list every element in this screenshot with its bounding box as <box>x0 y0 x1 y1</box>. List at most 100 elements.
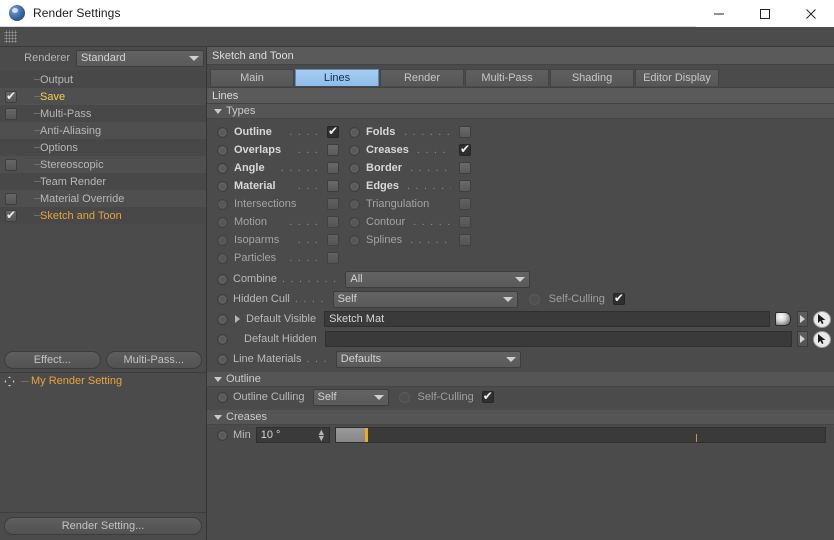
chevron-right-icon <box>800 335 805 343</box>
tab-editor-display[interactable]: Editor Display <box>635 68 719 86</box>
render-setting-button[interactable]: Render Setting... <box>4 517 202 535</box>
type-animate-dot-splines[interactable] <box>349 234 360 246</box>
group-header-creases[interactable]: Creases <box>207 410 834 425</box>
type-animate-dot-contour[interactable] <box>349 216 360 228</box>
type-animate-dot-triangulation[interactable] <box>349 198 360 210</box>
renderer-dropdown[interactable]: Standard <box>76 49 204 67</box>
sidebar-item-multi-pass[interactable]: Multi-Pass <box>0 105 206 122</box>
tab-multi-pass[interactable]: Multi-Pass <box>465 68 549 86</box>
type-animate-dot-angle[interactable] <box>217 162 228 174</box>
type-label-contour: Contour <box>366 216 406 228</box>
type-checkbox-triangulation[interactable] <box>459 198 471 210</box>
creases-min-animate-dot[interactable] <box>217 429 228 441</box>
type-animate-dot-folds[interactable] <box>349 126 360 138</box>
line-materials-animate-dot[interactable] <box>217 353 228 365</box>
hidden-cull-dropdown[interactable]: Self <box>332 290 518 308</box>
sidebar-checkbox-sketch-and-toon[interactable] <box>5 208 17 222</box>
type-animate-dot-isoparms[interactable] <box>217 234 228 246</box>
maximize-icon[interactable] <box>742 0 788 27</box>
creases-min-slider[interactable] <box>334 427 826 443</box>
type-animate-dot-motion[interactable] <box>217 216 228 228</box>
sidebar-checkbox-stereoscopic[interactable] <box>5 158 17 171</box>
hidden-cull-animate-dot[interactable] <box>217 293 228 305</box>
outline-culling-animate-dot[interactable] <box>217 391 228 403</box>
type-checkbox-border[interactable] <box>459 162 471 174</box>
type-checkbox-splines[interactable] <box>459 234 471 246</box>
sidebar-item-options[interactable]: Options <box>0 139 206 156</box>
default-hidden-row: Default Hidden <box>207 329 834 349</box>
type-animate-dot-particles[interactable] <box>217 252 228 264</box>
type-label-material: Material <box>234 180 276 192</box>
chevron-right-icon[interactable] <box>235 315 240 323</box>
type-animate-dot-creases[interactable] <box>349 144 360 156</box>
type-animate-dot-overlaps[interactable] <box>217 144 228 156</box>
sidebar-checkbox-multi-pass[interactable] <box>5 107 17 120</box>
default-hidden-animate-dot[interactable] <box>217 333 228 345</box>
sidebar-item-sketch-and-toon[interactable]: Sketch and Toon <box>0 207 206 224</box>
type-checkbox-particles[interactable] <box>327 252 339 264</box>
line-materials-dropdown[interactable]: Defaults <box>335 350 521 368</box>
tab-lines[interactable]: Lines <box>295 68 379 86</box>
type-animate-dot-outline[interactable] <box>217 126 228 138</box>
type-checkbox-isoparms[interactable] <box>327 234 339 246</box>
type-animate-dot-edges[interactable] <box>349 180 360 192</box>
updown-arrows-icon[interactable]: ▲ ▼ <box>317 428 326 443</box>
sidebar-item-stereoscopic[interactable]: Stereoscopic <box>0 156 206 173</box>
default-visible-expand-button[interactable] <box>797 311 808 327</box>
minimize-icon[interactable] <box>696 0 742 27</box>
material-sphere-icon[interactable] <box>775 312 791 326</box>
sidebar-item-anti-aliasing[interactable]: Anti-Aliasing <box>0 122 206 139</box>
group-header-types[interactable]: Types <box>207 104 834 119</box>
outline-selfculling-label: Self-Culling <box>417 391 474 403</box>
type-animate-dot-intersections[interactable] <box>217 198 228 210</box>
selfculling-animate-dot[interactable] <box>528 293 540 305</box>
type-animate-dot-border[interactable] <box>349 162 360 174</box>
type-dots-angle: . . . . . <box>280 162 319 174</box>
type-checkbox-outline[interactable] <box>327 124 339 138</box>
sidebar-item-team-render[interactable]: Team Render <box>0 173 206 190</box>
chevron-down-icon <box>505 356 516 362</box>
combine-dropdown[interactable]: All <box>345 270 531 288</box>
default-visible-picker-button[interactable] <box>813 310 831 328</box>
default-visible-field[interactable]: Sketch Mat <box>324 311 770 327</box>
type-checkbox-motion[interactable] <box>327 216 339 228</box>
type-checkbox-edges[interactable] <box>459 180 471 192</box>
tab-shading[interactable]: Shading <box>550 68 634 86</box>
type-checkbox-creases[interactable] <box>459 142 471 156</box>
sidebar-item-save[interactable]: Save <box>0 88 206 105</box>
effect-button[interactable]: Effect... <box>4 350 101 369</box>
sidebar-checkbox-save[interactable] <box>5 89 17 103</box>
type-row-edges: Edges . . . . . . <box>339 177 471 195</box>
creases-min-spinner[interactable]: 10 ° ▲ ▼ <box>255 427 330 443</box>
slider-knob[interactable] <box>364 428 368 442</box>
tab-main[interactable]: Main <box>210 68 294 86</box>
default-hidden-expand-button[interactable] <box>797 331 808 347</box>
default-visible-animate-dot[interactable] <box>217 313 228 325</box>
type-checkbox-angle[interactable] <box>327 162 339 174</box>
type-animate-dot-material[interactable] <box>217 180 228 192</box>
type-checkbox-intersections[interactable] <box>327 198 339 210</box>
type-checkbox-material[interactable] <box>327 180 339 192</box>
outline-culling-dropdown[interactable]: Self <box>312 388 389 406</box>
sidebar-item-material-override[interactable]: Material Override <box>0 190 206 207</box>
type-checkbox-folds[interactable] <box>459 126 471 138</box>
sidebar-item-output[interactable]: Output <box>0 71 206 88</box>
default-visible-label: Default Visible <box>246 313 317 325</box>
group-title-outline: Outline <box>226 373 261 385</box>
default-hidden-picker-button[interactable] <box>813 330 831 348</box>
combine-animate-dot[interactable] <box>217 273 228 285</box>
drag-grip-icon[interactable] <box>4 30 17 43</box>
type-checkbox-overlaps[interactable] <box>327 144 339 156</box>
type-checkbox-contour[interactable] <box>459 216 471 228</box>
hidden-cull-selfculling-checkbox[interactable] <box>612 291 625 305</box>
group-header-outline[interactable]: Outline <box>207 372 834 387</box>
sidebar-checkbox-material-override[interactable] <box>5 192 17 205</box>
close-icon[interactable] <box>788 0 834 27</box>
my-render-setting-row[interactable]: My Render Setting <box>0 371 206 390</box>
render-settings-list-area[interactable] <box>0 389 206 512</box>
multipass-button[interactable]: Multi-Pass... <box>105 350 202 369</box>
default-hidden-field[interactable] <box>324 331 792 347</box>
outline-selfculling-checkbox[interactable] <box>481 389 494 403</box>
outline-selfculling-animate-dot[interactable] <box>398 391 410 403</box>
tab-render[interactable]: Render <box>380 68 464 86</box>
